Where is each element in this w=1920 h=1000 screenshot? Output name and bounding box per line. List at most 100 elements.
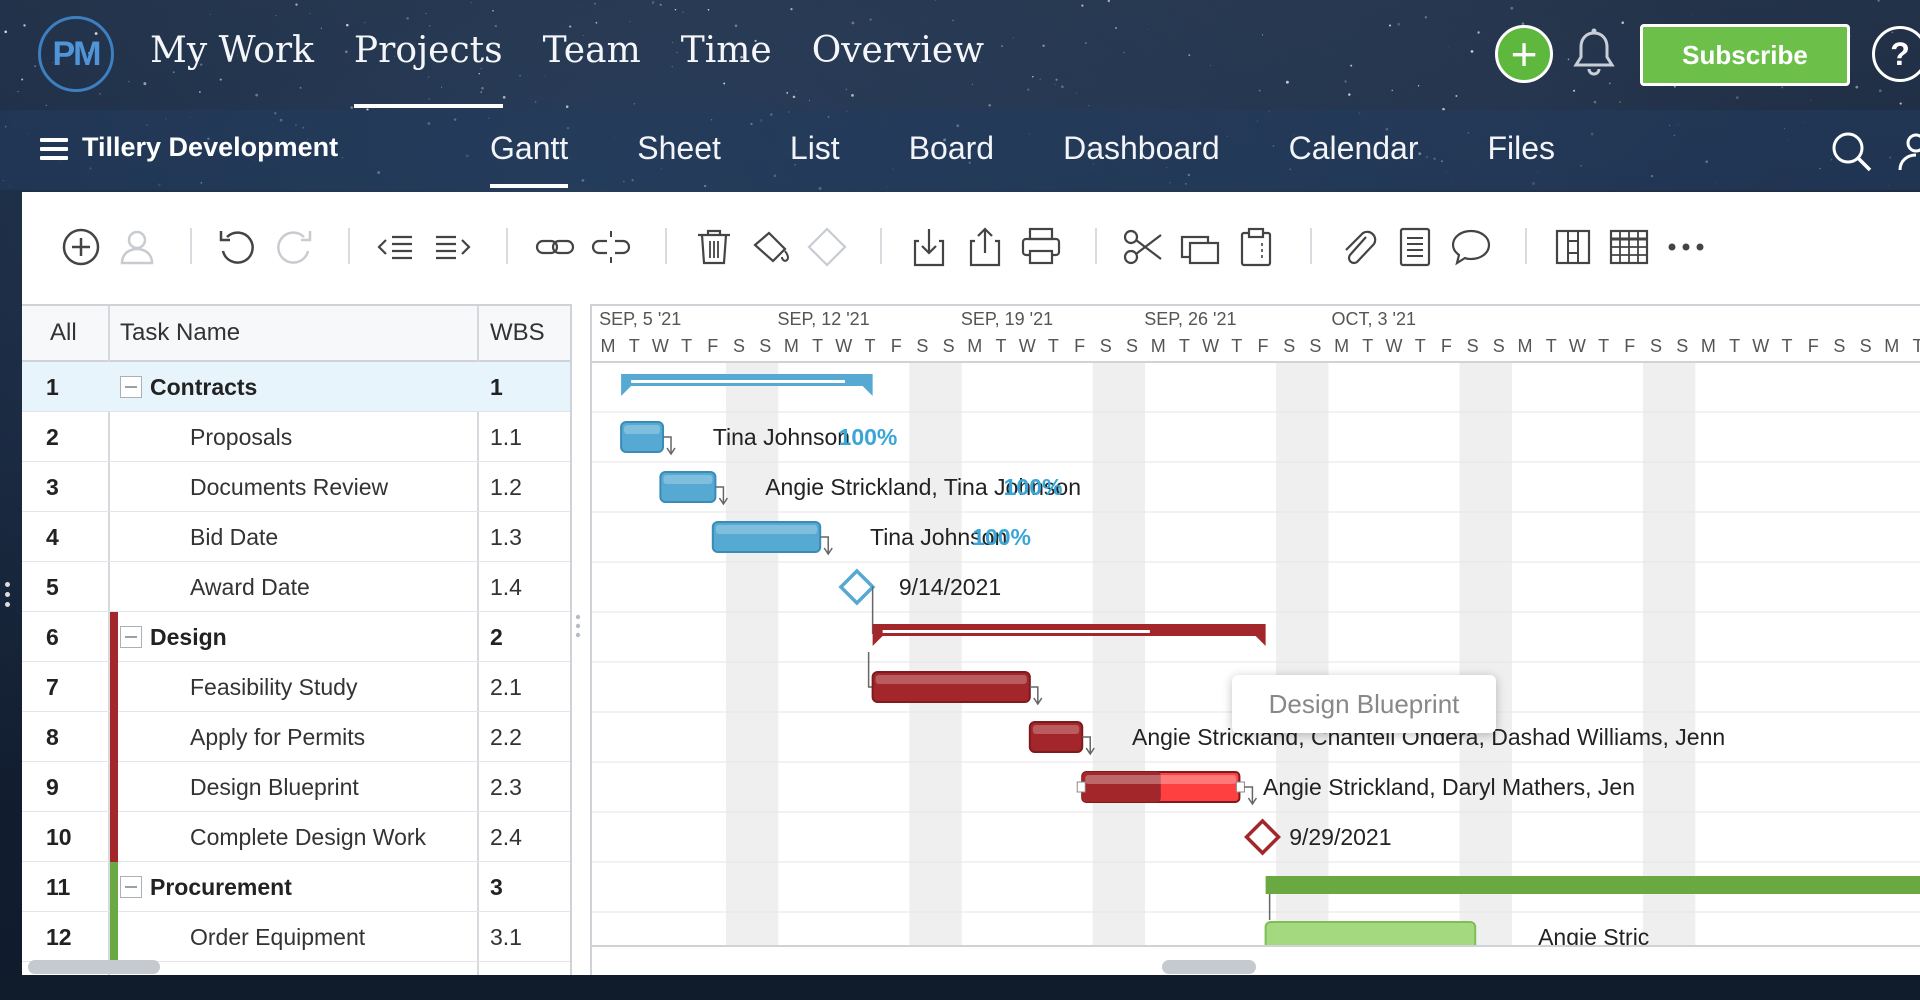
grid-header: All Task Name WBS: [22, 306, 570, 362]
cut-icon[interactable]: [1121, 225, 1165, 269]
pm-logo[interactable]: PM: [38, 16, 114, 92]
print-icon[interactable]: [1019, 225, 1063, 269]
tab-sheet[interactable]: Sheet: [637, 130, 721, 188]
collapse-toggle-icon[interactable]: [120, 376, 142, 398]
task-name-cell[interactable]: Contracts: [150, 362, 257, 412]
tab-calendar[interactable]: Calendar: [1289, 130, 1419, 188]
table-icon[interactable]: [1607, 225, 1651, 269]
task-name-cell[interactable]: Apply for Permits: [190, 712, 365, 762]
wbs-cell: 1.4: [490, 573, 522, 600]
table-row[interactable]: 7 Feasibility Study 2.1: [22, 662, 570, 712]
fill-color-icon[interactable]: [749, 225, 793, 269]
header-all[interactable]: All: [50, 306, 77, 360]
task-name-cell[interactable]: Order Equipment: [190, 912, 365, 962]
tab-board[interactable]: Board: [909, 130, 994, 188]
day-letter: W: [652, 336, 669, 356]
paste-icon[interactable]: [1234, 225, 1278, 269]
day-letter: W: [1752, 336, 1769, 356]
splitter-handle[interactable]: [575, 612, 581, 642]
table-row[interactable]: 12 Order Equipment 3.1: [22, 912, 570, 962]
comment-icon[interactable]: [1449, 225, 1493, 269]
collapse-toggle-icon[interactable]: [120, 876, 142, 898]
task-name-cell[interactable]: Documents Review: [190, 462, 388, 512]
nav-projects[interactable]: Projects: [353, 30, 503, 108]
task-name-cell[interactable]: Bid Date: [190, 512, 278, 562]
more-icon[interactable]: [1664, 225, 1708, 269]
outdent-icon[interactable]: [374, 225, 418, 269]
table-row[interactable]: 10 Complete Design Work 2.4: [22, 812, 570, 862]
row-number: 5: [46, 573, 59, 600]
hamburger-menu-icon[interactable]: [40, 138, 68, 160]
header-wbs[interactable]: WBS: [490, 306, 545, 360]
day-letter: S: [759, 336, 771, 356]
day-letter: S: [916, 336, 928, 356]
quick-add-button[interactable]: +: [1495, 25, 1553, 83]
table-row[interactable]: 8 Apply for Permits 2.2: [22, 712, 570, 762]
day-letter: T: [865, 336, 876, 356]
resize-handle-left: [1076, 781, 1086, 793]
user-icon[interactable]: [1896, 132, 1920, 172]
unlink-icon[interactable]: [589, 225, 633, 269]
delete-icon[interactable]: [692, 225, 736, 269]
tab-gantt[interactable]: Gantt: [490, 130, 569, 188]
task-name-cell[interactable]: Award Date: [190, 562, 310, 612]
day-letter: T: [1231, 336, 1242, 356]
collapse-toggle-icon[interactable]: [120, 626, 142, 648]
import-icon[interactable]: [907, 225, 951, 269]
help-icon[interactable]: ?: [1872, 26, 1920, 82]
gantt-horizontal-scrollbar[interactable]: [1162, 960, 1256, 974]
attachment-icon[interactable]: [1336, 225, 1380, 269]
header-task-name[interactable]: Task Name: [120, 306, 240, 360]
copy-icon[interactable]: [1178, 225, 1222, 269]
search-icon[interactable]: [1830, 130, 1874, 174]
milestone-icon[interactable]: [805, 225, 849, 269]
notifications-bell-icon[interactable]: [1570, 27, 1618, 79]
gantt-panel: All Task Name WBS 1 Contracts 1 2 Proposals 1…: [22, 192, 1920, 975]
task-name-cell[interactable]: Complete Design Work: [190, 812, 426, 862]
nav-time[interactable]: Time: [681, 30, 772, 108]
task-name-cell[interactable]: Procurement: [150, 862, 292, 912]
link-icon[interactable]: [533, 225, 577, 269]
table-row[interactable]: 6 Design 2: [22, 612, 570, 662]
table-row[interactable]: 5 Award Date 1.4: [22, 562, 570, 612]
day-letter: T: [681, 336, 692, 356]
table-row[interactable]: 11 Procurement 3: [22, 862, 570, 912]
table-row[interactable]: 1 Contracts 1: [22, 362, 570, 412]
columns-icon[interactable]: [1551, 225, 1595, 269]
wbs-cell: 1.1: [490, 423, 522, 450]
grid-horizontal-scrollbar[interactable]: [28, 960, 160, 974]
tab-list[interactable]: List: [790, 130, 840, 188]
project-title[interactable]: Tillery Development: [82, 132, 338, 163]
table-row[interactable]: 2 Proposals 1.1: [22, 412, 570, 462]
task-color-bar: [110, 662, 118, 712]
table-row[interactable]: 3 Documents Review 1.2: [22, 462, 570, 512]
task-name-cell[interactable]: Design: [150, 612, 227, 662]
nav-my-work[interactable]: My Work: [150, 30, 314, 108]
tab-files[interactable]: Files: [1487, 130, 1555, 188]
nav-team[interactable]: Team: [543, 30, 641, 108]
task-name-cell[interactable]: Feasibility Study: [190, 662, 357, 712]
side-drag-handle[interactable]: [5, 582, 13, 612]
undo-icon[interactable]: [215, 225, 259, 269]
day-letter: T: [812, 336, 823, 356]
redo-icon[interactable]: [272, 225, 316, 269]
table-row[interactable]: 9 Design Blueprint 2.3: [22, 762, 570, 812]
task-name-cell[interactable]: Proposals: [190, 412, 292, 462]
tab-dashboard[interactable]: Dashboard: [1063, 130, 1220, 188]
scroll-track: [592, 946, 1920, 975]
assign-user-icon[interactable]: [115, 225, 159, 269]
day-letter: T: [996, 336, 1007, 356]
week-label: SEP, 19 '21: [961, 309, 1053, 329]
notes-icon[interactable]: [1393, 225, 1437, 269]
weekend-shade: [1092, 362, 1146, 975]
day-letter: S: [1283, 336, 1295, 356]
indent-icon[interactable]: [430, 225, 474, 269]
table-row[interactable]: 4 Bid Date 1.3: [22, 512, 570, 562]
export-icon[interactable]: [963, 225, 1007, 269]
add-task-icon[interactable]: [59, 225, 103, 269]
row-number: 4: [46, 523, 59, 550]
subscribe-button[interactable]: Subscribe: [1640, 24, 1850, 86]
nav-overview[interactable]: Overview: [812, 30, 984, 108]
task-name-cell[interactable]: Design Blueprint: [190, 762, 359, 812]
feasibility-study-bar-highlight: [875, 675, 1027, 684]
